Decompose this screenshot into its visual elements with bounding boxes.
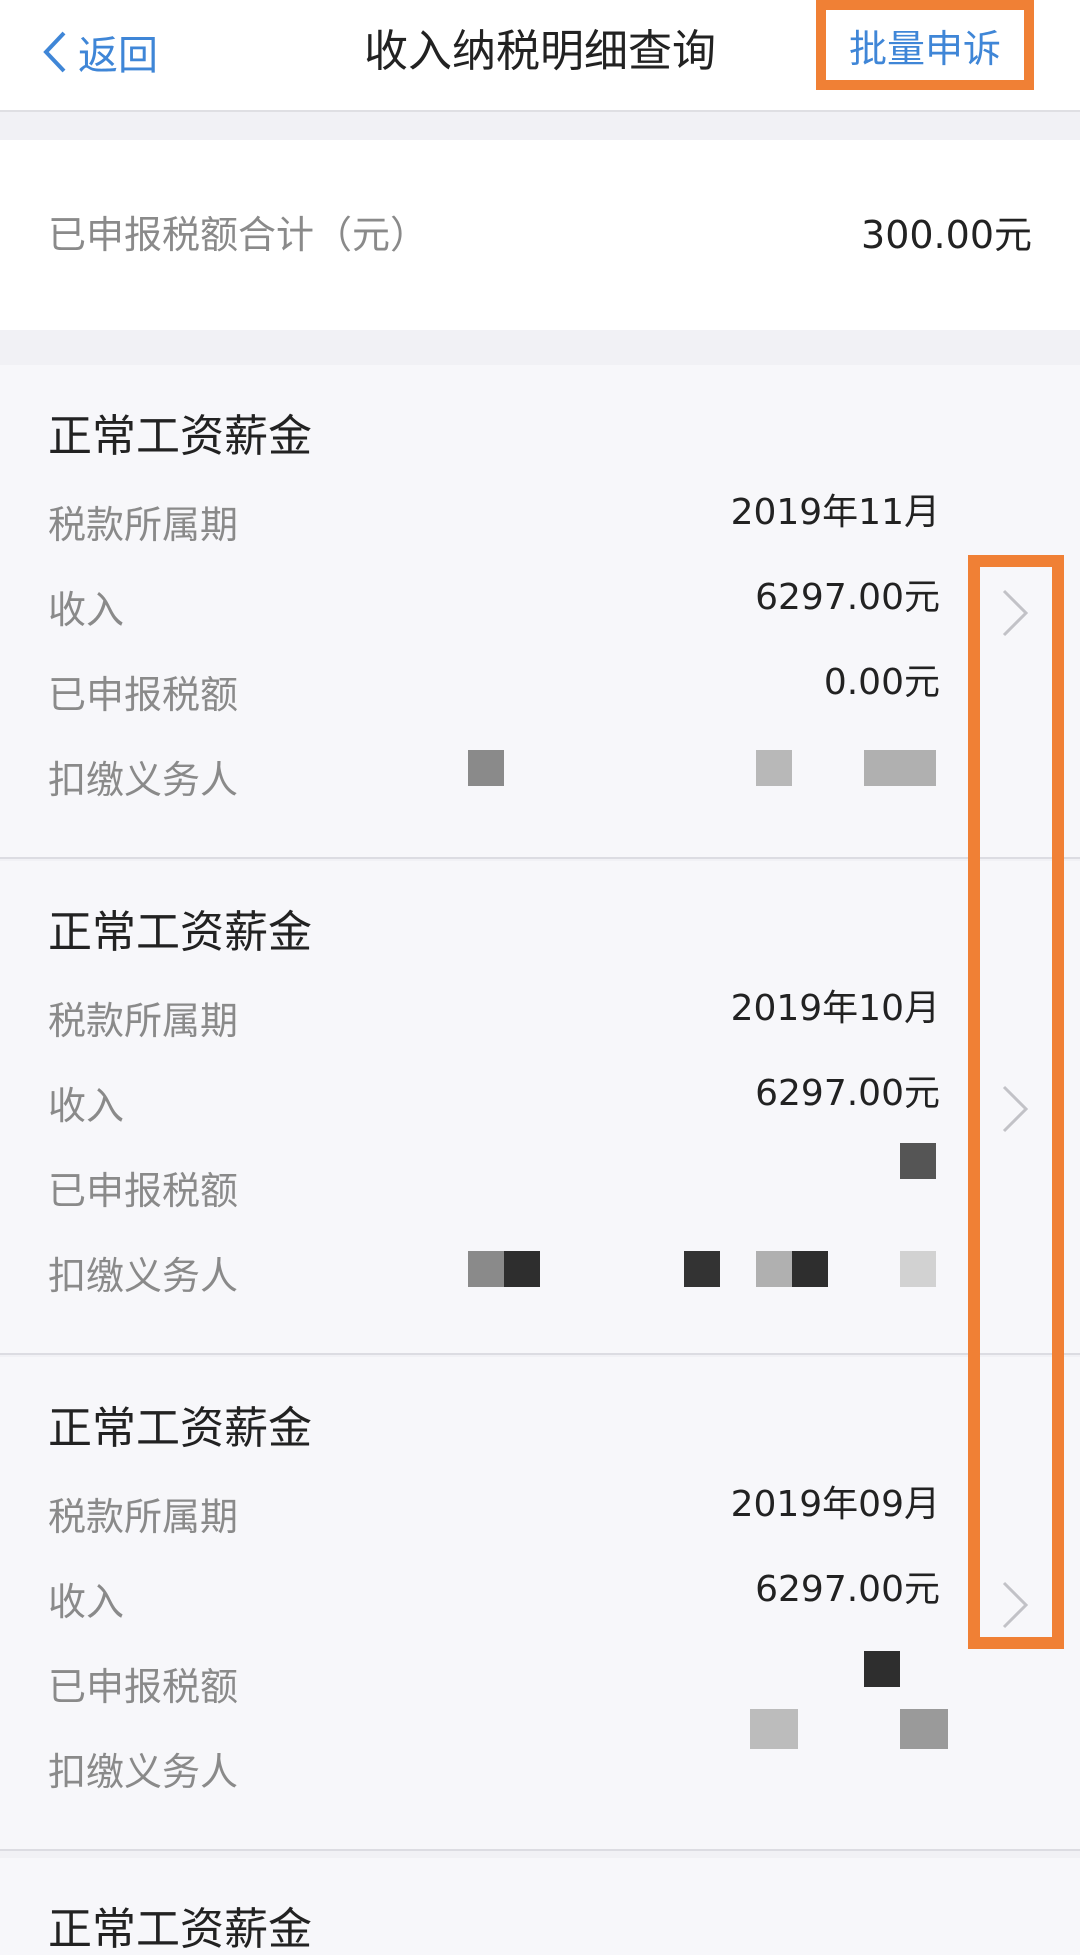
record-card[interactable]: 正常工资薪金 税款所属期 2019年11月 收入 6297.00元 已申报税额 … <box>0 365 1080 859</box>
summary-value: 300.00元 <box>861 213 1032 257</box>
period-value: 2019年09月 <box>730 1484 940 1525</box>
record-card[interactable]: 正常工资薪金 税款所属期 2019年10月 收入 6297.00元 已申报税额 … <box>0 861 1080 1355</box>
income-label: 收入 <box>48 588 125 632</box>
redacted-block <box>468 750 504 786</box>
record-title: 正常工资薪金 <box>48 1403 312 1454</box>
tax-value: 0.00元 <box>823 662 940 703</box>
batch-appeal-label: 批量申诉 <box>848 26 1001 71</box>
batch-appeal-button[interactable]: 批量申诉 <box>816 0 1034 90</box>
redacted-block <box>792 1251 828 1287</box>
redacted-block <box>756 1251 792 1287</box>
redacted-block <box>468 1251 504 1287</box>
income-value: 6297.00元 <box>755 577 940 618</box>
summary-label: 已申报税额合计（元） <box>48 213 429 257</box>
tax-summary: 已申报税额合计（元） 300.00元 <box>0 140 1080 330</box>
redacted-block <box>504 1251 540 1287</box>
withholder-label: 扣缴义务人 <box>48 1750 239 1794</box>
income-label: 收入 <box>48 1580 125 1624</box>
income-label: 收入 <box>48 1084 125 1128</box>
chevron-right-icon[interactable] <box>1000 1579 1030 1631</box>
redacted-block <box>750 1709 798 1749</box>
period-label: 税款所属期 <box>48 999 239 1043</box>
redacted-block <box>864 1651 900 1687</box>
record-card[interactable]: 正常工资薪金 <box>0 1858 1080 1955</box>
redacted-block <box>900 1709 948 1749</box>
tax-label: 已申报税额 <box>48 673 239 717</box>
chevron-right-icon[interactable] <box>1000 587 1030 639</box>
redacted-block <box>864 750 936 786</box>
income-value: 6297.00元 <box>755 1569 940 1610</box>
withholder-label: 扣缴义务人 <box>48 1254 239 1298</box>
redacted-block <box>900 1143 936 1179</box>
chevron-right-icon[interactable] <box>1000 1083 1030 1135</box>
record-title: 正常工资薪金 <box>48 411 312 462</box>
period-label: 税款所属期 <box>48 1495 239 1539</box>
record-title: 正常工资薪金 <box>48 907 312 958</box>
period-value: 2019年11月 <box>730 492 940 533</box>
period-label: 税款所属期 <box>48 503 239 547</box>
redacted-block <box>756 750 792 786</box>
tax-label: 已申报税额 <box>48 1169 239 1213</box>
navigation-bar: 返回 收入纳税明细查询 批量申诉 <box>0 0 1080 112</box>
withholder-label: 扣缴义务人 <box>48 758 239 802</box>
record-title: 正常工资薪金 <box>48 1904 312 1955</box>
redacted-block <box>684 1251 720 1287</box>
tax-label: 已申报税额 <box>48 1665 239 1709</box>
redacted-block <box>900 1251 936 1287</box>
period-value: 2019年10月 <box>730 988 940 1029</box>
record-card[interactable]: 正常工资薪金 税款所属期 2019年09月 收入 6297.00元 已申报税额 … <box>0 1357 1080 1851</box>
income-value: 6297.00元 <box>755 1073 940 1114</box>
